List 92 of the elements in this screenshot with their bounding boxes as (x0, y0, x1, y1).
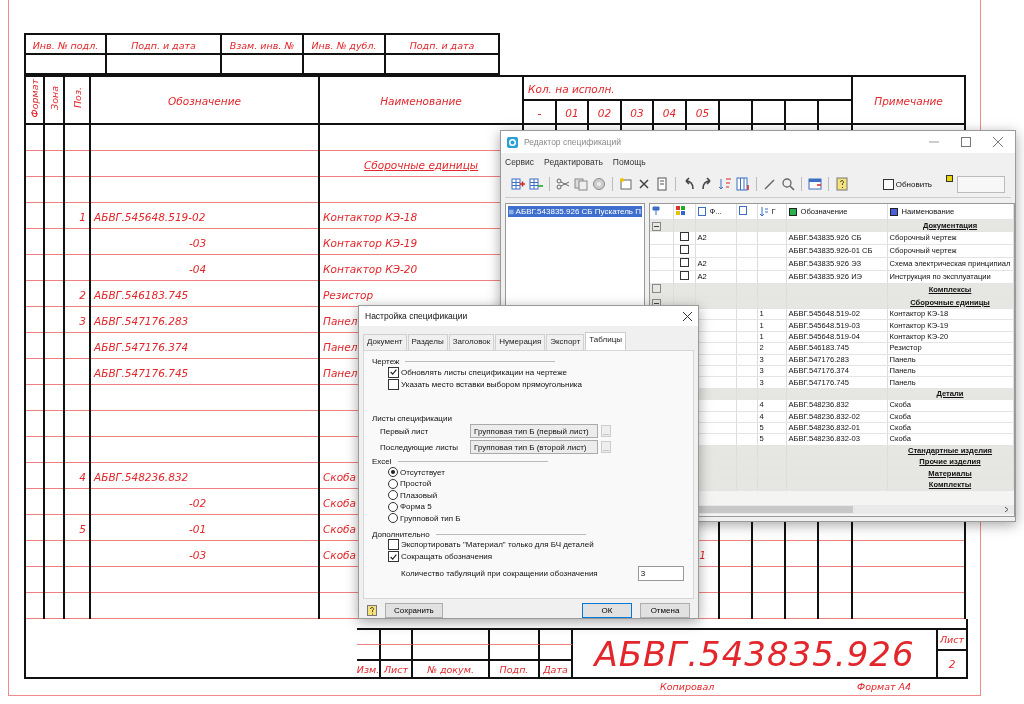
group-title: Дополнительно (372, 529, 430, 539)
column-header: Наименование (380, 95, 462, 107)
group-title: Чертеж (372, 357, 400, 367)
designation-text: АБВГ.547176.283 (94, 314, 189, 327)
tab[interactable]: Разделы (407, 334, 448, 351)
dialog-title: Настройка спецификации (365, 311, 469, 322)
name-text: Контактор КЭ-19 (323, 236, 418, 249)
name-text: Скоба (323, 470, 356, 483)
designation-text: АБВГ.547176.374 (94, 340, 189, 353)
position-number: 1 (79, 210, 86, 223)
quantity-text: 1 (699, 548, 706, 561)
designation-text: -01 (189, 522, 207, 535)
tab[interactable]: Таблицы (585, 332, 626, 351)
stamp-label: Инв. № дубл. (311, 40, 377, 51)
group-title: Excel (372, 457, 392, 467)
title-block-label: Подп. (499, 663, 529, 675)
name-text: Панел (323, 366, 358, 379)
designation-text: АБВГ.547176.745 (94, 366, 189, 379)
radio-label: Плазовый (400, 490, 438, 500)
template-field[interactable]: Групповая тип Б (второй лист) (470, 440, 598, 455)
document-designation: АБВГ.543835.926 (594, 633, 915, 674)
column-header: Обозначение (168, 95, 241, 107)
name-text: Панел (323, 340, 358, 353)
radio-label: Групповой тип Б (400, 513, 461, 523)
name-text: Скоба (323, 548, 356, 561)
title-block-label: Изм. (356, 663, 380, 675)
name-text: Резистор (323, 288, 374, 301)
name-text: Панел (323, 314, 358, 327)
title-block-label: Дата (543, 663, 568, 675)
checkbox-label: Экспортировать "Материал" только для БЧ деталей (401, 540, 594, 550)
sheet-label: Лист (939, 634, 965, 645)
tab[interactable]: Документ (363, 334, 407, 351)
designation-text: -02 (189, 496, 207, 509)
column-header: 02 (597, 107, 612, 119)
checkbox-label: Указать место вставки выбором прямоугольника (401, 379, 582, 389)
column-header: Формат (29, 78, 40, 118)
group-title: Листы спецификации (372, 414, 452, 424)
column-header: Кол. на исполн. (528, 83, 615, 95)
field-label: Первый лист (380, 426, 430, 436)
tab[interactable]: Экспорт (546, 334, 585, 351)
column-header: 05 (695, 107, 710, 119)
radio-label: Простой (400, 479, 432, 489)
stamp-label: Инв. № подл. (32, 40, 99, 51)
cancel-button[interactable]: Отмена (640, 603, 690, 618)
position-number: 4 (79, 470, 86, 483)
stamp-label: Подп. и дата (409, 40, 475, 51)
column-header: 01 (565, 107, 579, 119)
tab[interactable]: Нумерация (495, 334, 546, 351)
menu-item[interactable]: Сервис (505, 157, 535, 167)
ok-button[interactable]: ОК (582, 603, 632, 618)
column-header: - (537, 107, 542, 119)
number-field[interactable]: 3 (637, 565, 684, 581)
radio-label: Форма 5 (400, 502, 432, 512)
designation-text: АБВГ.546183.745 (94, 288, 189, 301)
field-label: Количество табуляций при сокращении обозначения (401, 568, 598, 578)
position-number: 3 (79, 314, 86, 327)
checkbox-label: Обновлять листы спецификации на чертеже (401, 367, 568, 377)
position-number: 2 (79, 288, 86, 301)
title-block-label: Лист (383, 663, 409, 675)
menu-item[interactable]: Помощь (612, 157, 646, 167)
save-button[interactable]: Сохранить (385, 603, 443, 618)
menu-item[interactable]: Редактировать (544, 157, 603, 167)
name-text: Контактор КЭ-18 (323, 210, 418, 223)
copied-by-label: Копировал (660, 681, 716, 692)
stamp-label: Подп. и дата (131, 40, 196, 51)
stamp-label: Взам. инв. № (229, 40, 295, 51)
designation-text: -03 (189, 548, 207, 561)
tree-item[interactable]: АБВГ.543835.926 СБ Пускатель П (508, 206, 642, 217)
designation-text: АБВГ.545648.519-02 (94, 210, 206, 223)
checkbox-label: Сокращать обозначения (401, 552, 493, 562)
sheet-number: 2 (948, 658, 956, 670)
column-header: Поз. (71, 87, 83, 109)
position-number: 5 (79, 522, 86, 535)
designation-text: АБВГ.548236.832 (94, 470, 189, 483)
column-header: Примечание (874, 95, 943, 107)
section-heading: Сборочные единицы (363, 158, 479, 171)
checkbox-label: Обновить (895, 179, 932, 189)
column-header: Зона (48, 86, 60, 110)
designation-text: -04 (189, 262, 207, 275)
name-text: Контактор КЭ-20 (323, 262, 418, 275)
field-label: Последующие листы (380, 442, 460, 452)
name-text: Скоба (323, 496, 356, 509)
radio-label: Отсутствует (400, 467, 445, 477)
format-label: Формат А4 (857, 681, 913, 692)
designation-text: -03 (189, 236, 207, 249)
name-text: Скоба (323, 522, 356, 535)
column-header: 03 (630, 107, 644, 119)
template-field[interactable]: Групповая тип Б (первый лист) (470, 424, 598, 439)
tab[interactable]: Заголовок (448, 334, 495, 351)
column-header: 04 (662, 107, 677, 119)
window-title: Редактор спецификаций (524, 137, 622, 147)
title-block-label: № докум. (427, 663, 474, 675)
